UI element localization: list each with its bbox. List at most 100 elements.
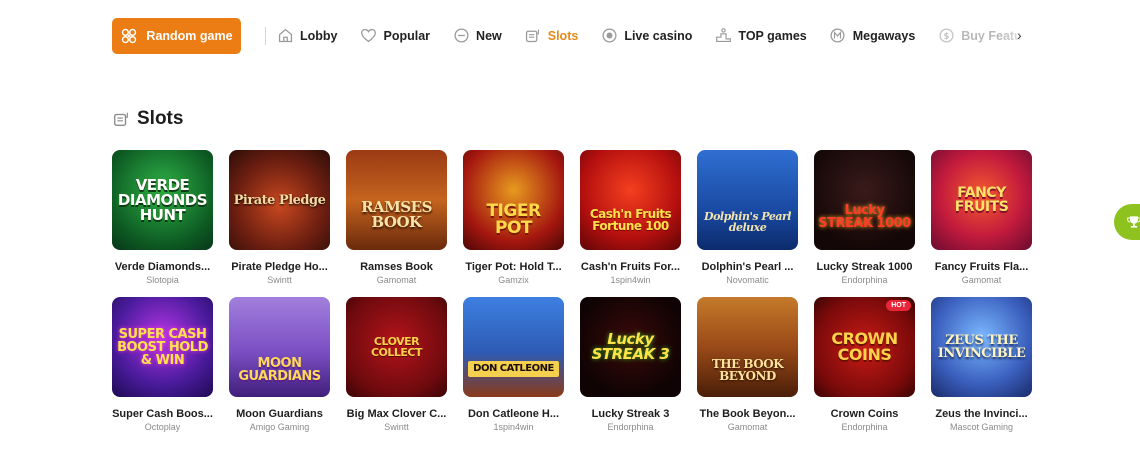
game-art-title: CLOVER COLLECT bbox=[370, 335, 423, 359]
nav-item-label: Megaways bbox=[852, 28, 916, 43]
game-name: Pirate Pledge Ho... bbox=[231, 261, 328, 273]
nav-item-popular[interactable]: Popular bbox=[360, 27, 431, 45]
chevron-right-icon[interactable]: › bbox=[1017, 27, 1022, 43]
podium-icon bbox=[714, 27, 732, 45]
game-art-title: Lucky STREAK 1000 bbox=[818, 203, 911, 231]
game-provider: Gamomat bbox=[376, 275, 417, 285]
game-thumbnail[interactable]: Lucky STREAK 1000 bbox=[814, 150, 915, 250]
game-art-title: TIGER POT bbox=[486, 201, 541, 238]
game-card[interactable]: THE BOOK BEYOND The Book Beyon... Gamoma… bbox=[697, 297, 798, 432]
game-card[interactable]: RAMSES BOOK Ramses Book Gamomat bbox=[346, 150, 447, 285]
game-grid: VERDE DIAMONDS HUNT Verde Diamonds... Sl… bbox=[112, 150, 1032, 432]
game-thumbnail[interactable]: Lucky STREAK 3 bbox=[580, 297, 681, 397]
nav-item-label: TOP games bbox=[738, 28, 807, 43]
hot-badge: HOT bbox=[886, 300, 911, 311]
nav-item-new[interactable]: New bbox=[452, 27, 502, 45]
game-name: Tiger Pot: Hold T... bbox=[465, 261, 562, 273]
dice-icon bbox=[122, 28, 137, 43]
game-name: Lucky Streak 1000 bbox=[816, 261, 913, 273]
game-thumbnail[interactable]: CLOVER COLLECT bbox=[346, 297, 447, 397]
game-provider: 1spin4win bbox=[610, 275, 651, 285]
random-game-button[interactable]: Random game bbox=[112, 17, 241, 54]
game-thumbnail[interactable]: THE BOOK BEYOND bbox=[697, 297, 798, 397]
game-name: Super Cash Boos... bbox=[112, 408, 213, 420]
game-provider: Slotopia bbox=[146, 275, 179, 285]
nav-item-lobby[interactable]: Lobby bbox=[276, 27, 338, 45]
game-name: Zeus the Invinci... bbox=[935, 408, 1028, 420]
game-name: Fancy Fruits Fla... bbox=[934, 261, 1029, 273]
game-provider: Novomatic bbox=[726, 275, 769, 285]
game-thumbnail[interactable]: VERDE DIAMONDS HUNT bbox=[112, 150, 213, 250]
rewards-widget[interactable] bbox=[1114, 204, 1140, 240]
game-thumbnail[interactable]: HOT CROWN COINS bbox=[814, 297, 915, 397]
nav-items: Lobby Popular New Slots Live casino TOP … bbox=[276, 27, 1020, 45]
svg-text:$: $ bbox=[943, 32, 949, 42]
game-card[interactable]: DON CATLEONE Don Catleone H... 1spin4win bbox=[463, 297, 564, 432]
game-card[interactable]: TIGER POT Tiger Pot: Hold T... Gamzix bbox=[463, 150, 564, 285]
game-card[interactable]: CLOVER COLLECT Big Max Clover C... Swint… bbox=[346, 297, 447, 432]
game-art-title: CROWN COINS bbox=[831, 329, 898, 364]
game-card[interactable]: VERDE DIAMONDS HUNT Verde Diamonds... Sl… bbox=[112, 150, 213, 285]
game-provider: Swintt bbox=[267, 275, 292, 285]
game-thumbnail[interactable]: RAMSES BOOK bbox=[346, 150, 447, 250]
game-provider: Amigo Gaming bbox=[249, 422, 310, 432]
game-art-title: ZEUS THE INVINCIBLE bbox=[937, 333, 1026, 361]
game-name: Crown Coins bbox=[830, 408, 899, 420]
dollar-icon: $ bbox=[937, 27, 955, 45]
nav-divider bbox=[265, 26, 266, 45]
page-title-label: Slots bbox=[137, 108, 184, 129]
game-art-title: FANCY FRUITS bbox=[954, 185, 1009, 215]
game-name: Verde Diamonds... bbox=[114, 261, 211, 273]
game-thumbnail[interactable]: SUPER CASH BOOST HOLD & WIN bbox=[112, 297, 213, 397]
nav-item-live-casino[interactable]: Live casino bbox=[600, 27, 692, 45]
nav-item-top-games[interactable]: TOP games bbox=[714, 27, 807, 45]
game-thumbnail[interactable]: FANCY FRUITS bbox=[931, 150, 1032, 250]
game-provider: Swintt bbox=[384, 422, 409, 432]
game-art-title: DON CATLEONE bbox=[468, 361, 559, 377]
game-provider: 1spin4win bbox=[493, 422, 534, 432]
live-icon bbox=[600, 27, 618, 45]
game-art-title: THE BOOK BEYOND bbox=[711, 357, 784, 383]
game-thumbnail[interactable]: TIGER POT bbox=[463, 150, 564, 250]
game-card[interactable]: Pirate Pledge Pirate Pledge Ho... Swintt bbox=[229, 150, 330, 285]
game-provider: Gamomat bbox=[727, 422, 768, 432]
game-thumbnail[interactable]: Dolphin's Pearl deluxe bbox=[697, 150, 798, 250]
game-card[interactable]: ZEUS THE INVINCIBLE Zeus the Invinci... … bbox=[931, 297, 1032, 432]
game-card[interactable]: Lucky STREAK 3 Lucky Streak 3 Endorphina bbox=[580, 297, 681, 432]
game-card[interactable]: FANCY FRUITS Fancy Fruits Fla... Gamomat bbox=[931, 150, 1032, 285]
game-provider: Endorphina bbox=[841, 275, 888, 285]
game-name: Don Catleone H... bbox=[467, 408, 560, 420]
game-card[interactable]: SUPER CASH BOOST HOLD & WIN Super Cash B… bbox=[112, 297, 213, 432]
game-name: Lucky Streak 3 bbox=[591, 408, 670, 420]
game-name: Moon Guardians bbox=[236, 408, 323, 420]
game-card[interactable]: MOON GUARDIANS Moon Guardians Amigo Gami… bbox=[229, 297, 330, 432]
game-card[interactable]: Lucky STREAK 1000 Lucky Streak 1000 Endo… bbox=[814, 150, 915, 285]
category-nav: Random game Lobby Popular New Slots Live… bbox=[112, 17, 1020, 54]
random-game-label: Random game bbox=[146, 28, 233, 43]
game-thumbnail[interactable]: Pirate Pledge bbox=[229, 150, 330, 250]
game-name: Dolphin's Pearl ... bbox=[701, 261, 794, 273]
nav-item-megaways[interactable]: Megaways bbox=[829, 27, 916, 45]
game-card[interactable]: HOT CROWN COINS Crown Coins Endorphina bbox=[814, 297, 915, 432]
game-card[interactable]: Cash'n Fruits Fortune 100 Cash'n Fruits … bbox=[580, 150, 681, 285]
game-art-title: Cash'n Fruits Fortune 100 bbox=[589, 207, 672, 233]
game-provider: Endorphina bbox=[607, 422, 654, 432]
nav-item-label: Lobby bbox=[300, 28, 338, 43]
game-art-title: SUPER CASH BOOST HOLD & WIN bbox=[117, 326, 208, 368]
game-card[interactable]: Dolphin's Pearl deluxe Dolphin's Pearl .… bbox=[697, 150, 798, 285]
nav-item-slots[interactable]: Slots bbox=[524, 27, 578, 45]
nav-item-label: Buy Feature bbox=[961, 28, 1020, 43]
game-art-title: Pirate Pledge bbox=[233, 192, 326, 208]
home-icon bbox=[276, 27, 294, 45]
heart-icon bbox=[360, 27, 378, 45]
game-art-title: MOON GUARDIANS bbox=[238, 356, 321, 384]
game-provider: Gamzix bbox=[498, 275, 529, 285]
game-thumbnail[interactable]: DON CATLEONE bbox=[463, 297, 564, 397]
game-art-title: RAMSES BOOK bbox=[361, 198, 432, 231]
game-thumbnail[interactable]: MOON GUARDIANS bbox=[229, 297, 330, 397]
nav-item-label: Popular bbox=[383, 28, 431, 43]
game-thumbnail[interactable]: Cash'n Fruits Fortune 100 bbox=[580, 150, 681, 250]
megaways-icon bbox=[829, 27, 847, 45]
nav-item-buy-feature[interactable]: $ Buy Feature bbox=[937, 27, 1020, 45]
game-thumbnail[interactable]: ZEUS THE INVINCIBLE bbox=[931, 297, 1032, 397]
